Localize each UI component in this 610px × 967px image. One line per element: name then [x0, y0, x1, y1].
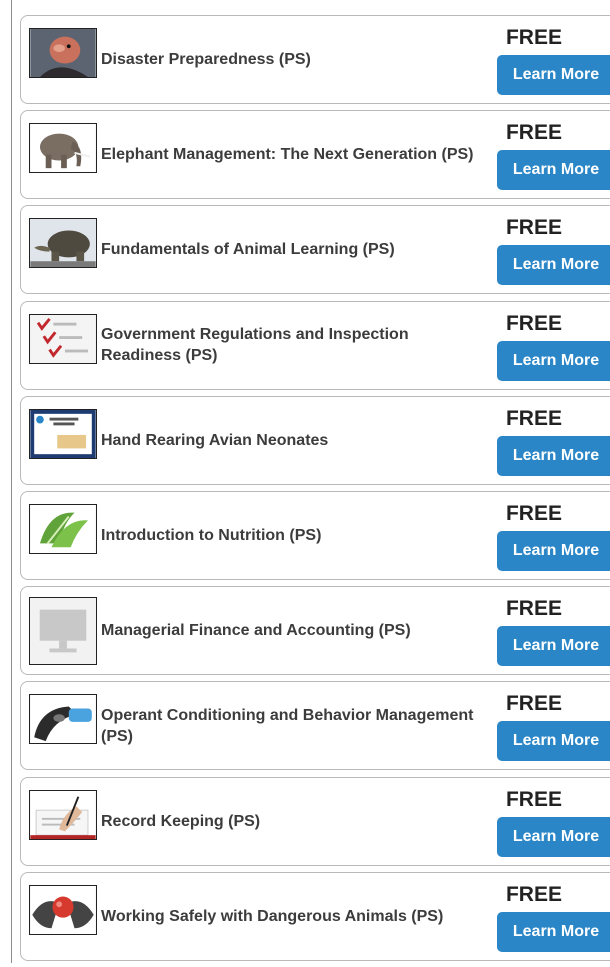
- learn-more-button[interactable]: Learn More: [497, 816, 610, 857]
- price-label: FREE: [505, 882, 562, 906]
- hands-ball-thumbnail[interactable]: [29, 884, 97, 935]
- tortoise-thumbnail[interactable]: [29, 218, 97, 269]
- course-title[interactable]: Elephant Management: The Next Generation…: [101, 111, 481, 198]
- price-label: FREE: [505, 597, 562, 621]
- price-label: FREE: [505, 26, 562, 49]
- course-card: Fundamentals of Animal Learning (PS) FRE…: [20, 205, 610, 295]
- learn-more-button[interactable]: Learn More: [497, 626, 610, 667]
- course-title[interactable]: Hand Rearing Avian Neonates: [101, 397, 481, 484]
- clicker-thumbnail[interactable]: [29, 694, 97, 745]
- course-card: Hand Rearing Avian Neonates FREE Learn M…: [20, 395, 610, 485]
- lettuce-thumbnail[interactable]: [29, 503, 97, 554]
- price-label: FREE: [505, 787, 562, 811]
- checklist-thumbnail[interactable]: [29, 313, 97, 364]
- course-list: Disaster Preparedness (PS) FREE Learn Mo…: [20, 15, 610, 967]
- learn-more-button[interactable]: Learn More: [497, 340, 610, 381]
- elephant-thumbnail[interactable]: [29, 123, 97, 174]
- learn-more-button[interactable]: Learn More: [497, 435, 610, 476]
- price-label: FREE: [505, 121, 562, 145]
- course-title[interactable]: Operant Conditioning and Behavior Manage…: [101, 682, 481, 769]
- course-title[interactable]: Managerial Finance and Accounting (PS): [101, 587, 481, 674]
- writing-hand-thumbnail[interactable]: [29, 789, 97, 840]
- price-label: FREE: [505, 311, 562, 335]
- course-title[interactable]: Fundamentals of Animal Learning (PS): [101, 206, 481, 293]
- learn-more-button[interactable]: Learn More: [497, 55, 610, 95]
- course-card: Operant Conditioning and Behavior Manage…: [20, 681, 610, 771]
- course-card: Working Safely with Dangerous Animals (P…: [20, 871, 610, 961]
- price-label: FREE: [505, 406, 562, 430]
- price-label: FREE: [505, 501, 562, 525]
- course-title[interactable]: Introduction to Nutrition (PS): [101, 492, 481, 579]
- page-left-border: [11, 0, 12, 963]
- price-label: FREE: [505, 216, 562, 240]
- learn-more-button[interactable]: Learn More: [497, 530, 610, 571]
- course-card: Elephant Management: The Next Generation…: [20, 110, 610, 200]
- learn-more-button[interactable]: Learn More: [497, 245, 610, 286]
- course-title[interactable]: Government Regulations and Inspection Re…: [101, 302, 481, 389]
- course-card: Government Regulations and Inspection Re…: [20, 300, 610, 390]
- monitor-placeholder-thumbnail[interactable]: [29, 597, 97, 666]
- vulture-thumbnail[interactable]: [29, 28, 97, 78]
- course-card: Disaster Preparedness (PS) FREE Learn Mo…: [20, 15, 610, 104]
- learn-more-button[interactable]: Learn More: [497, 150, 610, 191]
- course-title[interactable]: Working Safely with Dangerous Animals (P…: [101, 873, 481, 960]
- slide-thumbnail[interactable]: [29, 408, 97, 459]
- learn-more-button[interactable]: Learn More: [497, 721, 610, 762]
- course-card: Introduction to Nutrition (PS) FREE Lear…: [20, 490, 610, 580]
- course-title[interactable]: Disaster Preparedness (PS): [101, 16, 481, 103]
- course-card: Record Keeping (PS) FREE Learn More: [20, 776, 610, 866]
- price-label: FREE: [505, 692, 562, 716]
- course-card: Managerial Finance and Accounting (PS) F…: [20, 586, 610, 676]
- course-title[interactable]: Record Keeping (PS): [101, 778, 481, 865]
- learn-more-button[interactable]: Learn More: [497, 911, 610, 952]
